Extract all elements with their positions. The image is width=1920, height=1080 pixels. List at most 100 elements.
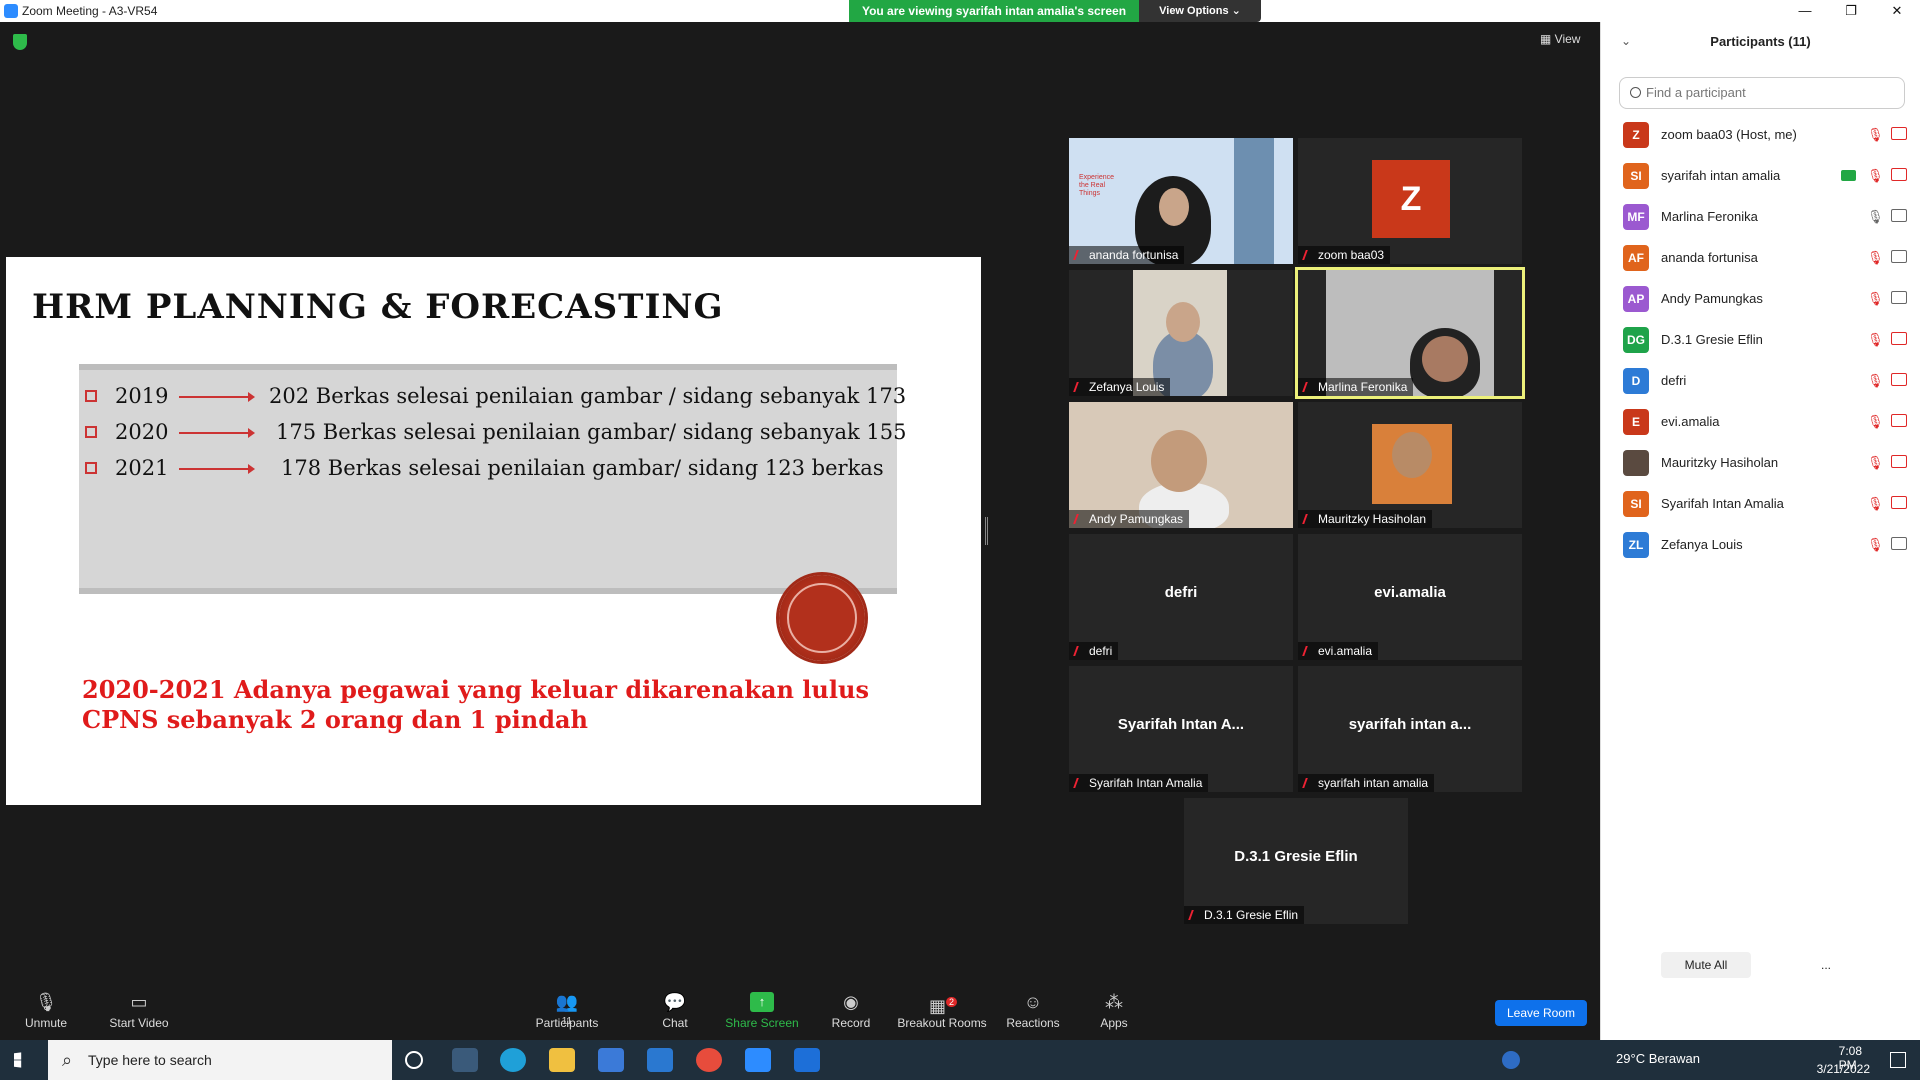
video-on-icon — [1891, 291, 1907, 304]
record-icon: ◉ — [843, 992, 859, 1012]
avatar: Z — [1372, 160, 1450, 238]
mic-muted-icon: 🎙 — [1867, 332, 1884, 347]
mic-muted-icon: 🎙 — [1867, 373, 1884, 388]
meeting-toolbar: 🎙 Unmute ▭ Start Video 👥11 Participants 💬 Ch… — [0, 982, 1600, 1040]
list-item[interactable]: Zzoom baa03 (Host, me) 🎙 — [1601, 114, 1920, 155]
unmute-button[interactable]: 🎙 Unmute — [20, 982, 72, 1030]
mute-all-button[interactable]: Mute All — [1661, 952, 1751, 978]
video-tile-marlina-active-speaker[interactable]: Marlina Feronika — [1295, 267, 1525, 399]
list-item[interactable]: SI syarifah intan amalia 🎙 — [1601, 155, 1920, 196]
shared-slide: HRM PLANNING & FORECASTING 2019 202 Berk… — [6, 257, 981, 805]
view-button[interactable]: ▦ View — [1540, 32, 1580, 46]
video-off-icon — [1891, 373, 1907, 386]
tile-caption: ananda fortunisa — [1069, 246, 1185, 264]
chrome-icon[interactable] — [696, 1048, 722, 1072]
mic-muted-icon: 🎙 — [1867, 496, 1884, 511]
apps-button[interactable]: ⁂ Apps — [1096, 982, 1132, 1030]
clock-date[interactable]: 3/21/2022 — [1817, 1062, 1870, 1076]
list-item[interactable]: AP Andy Pamungkas 🎙 — [1601, 278, 1920, 319]
bullet-box-icon — [85, 462, 97, 474]
participants-panel: ⌄ Participants (11) Find a participant Z… — [1600, 22, 1920, 1040]
video-on-icon — [1891, 537, 1907, 550]
taskbar-search-input[interactable]: Type here to search — [48, 1040, 392, 1080]
resize-handle[interactable] — [985, 517, 988, 545]
list-item[interactable]: AF ananda fortunisa 🎙 — [1601, 237, 1920, 278]
tile-brand-text: Experience the Real Things — [1079, 174, 1115, 197]
list-item[interactable]: Ddefri 🎙 — [1601, 360, 1920, 401]
participant-search-input[interactable]: Find a participant — [1619, 77, 1905, 109]
video-tile-syarifah-2[interactable]: syarifah intan a... syarifah intan amali… — [1298, 666, 1522, 792]
viewing-screen-banner: You are viewing syarifah intan amalia's … — [849, 0, 1139, 22]
record-button[interactable]: ◉ Record — [826, 982, 876, 1030]
video-tile-syarifah-1[interactable]: Syarifah Intan A... Syarifah Intan Amali… — [1069, 666, 1293, 792]
window-title: Zoom Meeting - A3-VR54 — [22, 4, 158, 18]
mic-muted-icon: 🎙 — [1867, 127, 1884, 142]
view-options-button[interactable]: View Options ⌄ — [1139, 0, 1261, 22]
start-video-button[interactable]: ▭ Start Video — [104, 982, 174, 1030]
participants-button[interactable]: 👥11 Participants — [532, 982, 602, 1030]
apps-icon: ⁂ — [1105, 992, 1123, 1012]
reactions-button[interactable]: ☺ Reactions — [1004, 982, 1062, 1030]
zoom-taskbar-icon[interactable] — [745, 1048, 771, 1072]
video-off-icon — [1891, 332, 1907, 345]
zoom-app-icon — [4, 4, 18, 18]
tile-caption: Syarifah Intan Amalia — [1069, 774, 1209, 792]
video-off-icon: ▭ — [130, 992, 148, 1012]
help-icon[interactable] — [1502, 1051, 1520, 1069]
minimize-button[interactable]: — — [1782, 0, 1828, 22]
security-shield-icon[interactable] — [13, 34, 27, 50]
tile-caption: evi.amalia — [1298, 642, 1379, 660]
task-view-icon[interactable] — [405, 1051, 423, 1069]
mic-muted-icon: 🎙 — [1867, 168, 1884, 183]
mail-icon[interactable] — [647, 1048, 673, 1072]
edge-browser-icon[interactable] — [500, 1048, 526, 1072]
teamviewer-icon[interactable] — [794, 1048, 820, 1072]
share-screen-button[interactable]: ↑ Share Screen — [722, 982, 802, 1030]
list-item[interactable]: Mauritzky Hasiholan 🎙 — [1601, 442, 1920, 483]
video-tile-mauritzky[interactable]: Mauritzky Hasiholan — [1298, 402, 1522, 528]
mic-muted-icon: 🎙 — [1867, 537, 1884, 552]
avatar-photo — [1623, 450, 1649, 476]
video-tile-zoom-baa03[interactable]: Z zoom baa03 — [1298, 138, 1522, 264]
weather-text[interactable]: 29°C Berawan — [1616, 1051, 1700, 1066]
video-tile-zefanya[interactable]: Zefanya Louis — [1069, 270, 1293, 396]
tile-caption: syarifah intan amalia — [1298, 774, 1435, 792]
file-explorer-icon[interactable] — [549, 1048, 575, 1072]
more-options-button[interactable]: ... — [1781, 952, 1871, 978]
list-item[interactable]: Eevi.amalia 🎙 — [1601, 401, 1920, 442]
video-tile-evi[interactable]: evi.amalia evi.amalia — [1298, 534, 1522, 660]
widgets-icon[interactable] — [452, 1048, 478, 1072]
chat-button[interactable]: 💬 Chat — [655, 982, 695, 1030]
sharing-screen-icon — [1841, 170, 1856, 181]
leave-room-button[interactable]: Leave Room — [1495, 1000, 1587, 1026]
tile-caption: D.3.1 Gresie Eflin — [1184, 906, 1305, 924]
breakout-rooms-icon: ▦ 2 — [929, 992, 958, 1016]
reactions-icon: ☺ — [1023, 992, 1043, 1012]
mic-muted-icon: 🎙 — [1867, 414, 1884, 429]
windows-start-icon[interactable] — [14, 1052, 22, 1068]
video-tile-ananda[interactable]: Experience the Real Things ananda fortunis… — [1069, 138, 1293, 264]
list-item[interactable]: DG D.3.1 Gresie Eflin 🎙 — [1601, 319, 1920, 360]
maximize-button[interactable]: ❐ — [1828, 0, 1874, 22]
participants-icon: 👥11 — [555, 992, 579, 1027]
store-icon[interactable] — [598, 1048, 624, 1072]
video-tile-gresie[interactable]: D.3.1 Gresie Eflin D.3.1 Gresie Eflin — [1184, 798, 1408, 924]
panel-title: Participants (11) — [1710, 34, 1811, 49]
bullet-box-icon — [85, 390, 97, 402]
tile-caption: defri — [1069, 642, 1119, 660]
tile-caption: Mauritzky Hasiholan — [1298, 510, 1433, 528]
video-tile-defri[interactable]: defri defri — [1069, 534, 1293, 660]
meeting-area: ▦ View HRM PLANNING & FORECASTING 2019 2… — [0, 22, 1600, 982]
close-button[interactable]: ✕ — [1874, 0, 1920, 22]
notification-icon[interactable] — [1890, 1052, 1906, 1068]
share-screen-icon: ↑ — [750, 992, 774, 1012]
list-item[interactable]: MF Marlina Feronika 🎙 — [1601, 196, 1920, 237]
list-item[interactable]: ZL Zefanya Louis 🎙 — [1601, 524, 1920, 565]
video-on-icon — [1891, 250, 1907, 263]
arrow-right-icon — [179, 428, 255, 438]
video-tile-andy[interactable]: Andy Pamungkas — [1069, 402, 1293, 528]
breakout-rooms-button[interactable]: ▦ 2 Breakout Rooms — [896, 982, 988, 1030]
arrow-right-icon — [179, 464, 255, 474]
tile-caption: zoom baa03 — [1298, 246, 1391, 264]
list-item[interactable]: SI Syarifah Intan Amalia 🎙 — [1601, 483, 1920, 524]
